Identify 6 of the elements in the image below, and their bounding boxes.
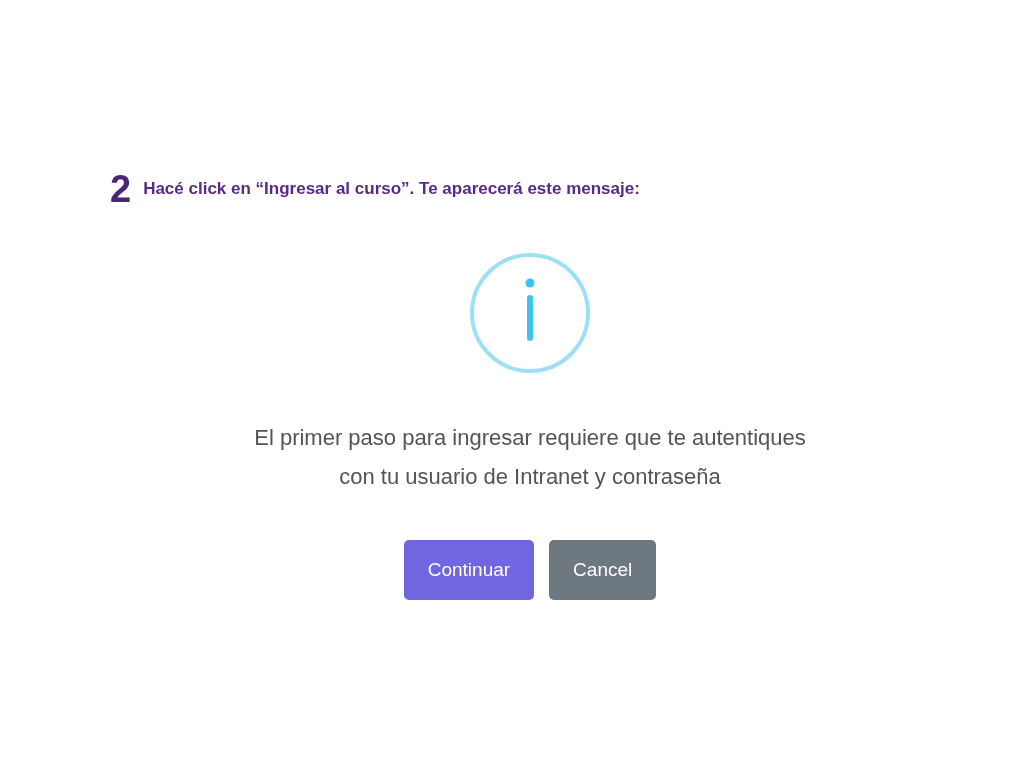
dialog-message: El primer paso para ingresar requiere que te autentiques con tu usuario de Intranet y contraseña (253, 424, 807, 491)
cancel-button[interactable]: Cancel (549, 540, 657, 600)
info-icon (469, 252, 591, 374)
step-number: 2 (110, 170, 132, 208)
step-instruction: Hacé click en “Ingresar al curso”. Te aparecerá este mensaje: (143, 178, 640, 201)
continue-button[interactable]: Continuar (403, 540, 535, 600)
